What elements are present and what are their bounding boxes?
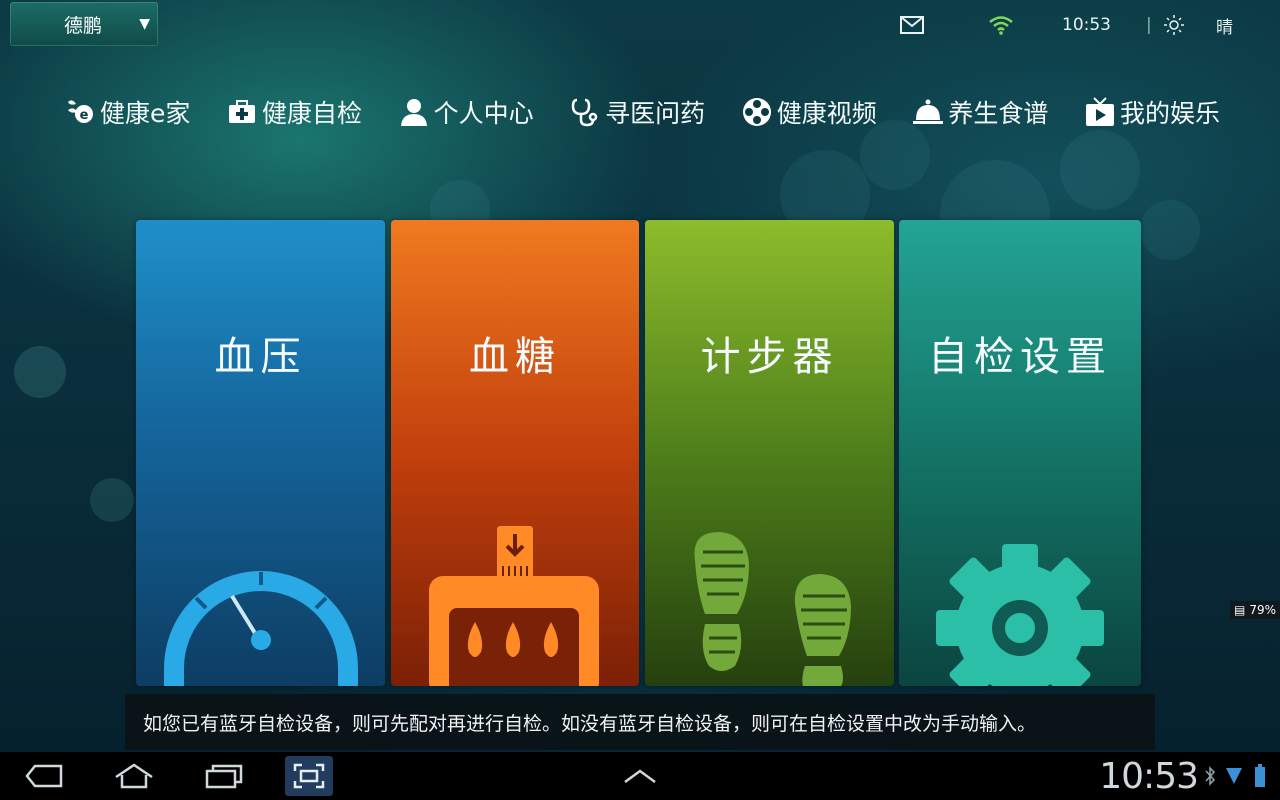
hint-text: 如您已有蓝牙自检设备，则可先配对再进行自检。如没有蓝牙自检设备，则可在自检设置中… (143, 712, 1037, 735)
nav-item-entertainment[interactable]: 我的娱乐 (1084, 92, 1220, 132)
svg-text:e: e (80, 108, 89, 123)
tv-play-icon (1085, 97, 1114, 126)
system-bar: 10:53 (0, 752, 1280, 800)
nav-label: 健康视频 (776, 99, 877, 128)
footprints-icon (694, 532, 851, 686)
divider: | (1146, 15, 1152, 35)
home-icon[interactable] (110, 756, 158, 796)
nav-item-personal-center[interactable]: 个人中心 (398, 92, 534, 132)
nav-label: 健康e家 (100, 99, 191, 128)
food-cloche-icon (913, 99, 944, 124)
wifi-icon (988, 0, 1014, 50)
nav-item-self-check[interactable]: 健康自检 (226, 92, 362, 132)
header-time: 10:53 (1062, 15, 1111, 35)
back-icon[interactable] (20, 756, 68, 796)
nav-item-health-home[interactable]: e 健康e家 (64, 92, 190, 132)
medkit-icon (228, 100, 255, 123)
card-blood-sugar[interactable]: 血糖 (391, 220, 639, 686)
card-pedometer[interactable]: 计步器 (645, 220, 894, 686)
gauge-icon (164, 571, 358, 686)
glucose-meter-icon (429, 526, 599, 686)
sun-icon (1164, 0, 1184, 50)
person-icon (400, 99, 427, 126)
gear-icon (936, 544, 1104, 686)
nav-label: 个人中心 (433, 99, 534, 128)
nav-label: 寻医问药 (605, 99, 706, 128)
bluetooth-icon (1204, 766, 1216, 790)
main-nav: e 健康e家 健康自检 个人中心 寻医问药 健康视频 养生食谱 我的娱乐 (64, 92, 1220, 132)
nav-item-health-video[interactable]: 健康视频 (741, 92, 877, 132)
user-select-dropdown[interactable]: 德鹏 ▼ (10, 2, 158, 46)
caret-down-icon: ▼ (139, 16, 150, 32)
nav-item-find-doctor[interactable]: 寻医问药 (569, 92, 705, 132)
film-reel-icon (742, 98, 771, 126)
battery-icon: ▤ (1233, 603, 1246, 617)
battery-icon (1254, 764, 1266, 792)
health-home-icon: e (68, 100, 93, 123)
nav-item-recipes[interactable]: 养生食谱 (912, 92, 1048, 132)
chevron-up-icon[interactable] (616, 756, 664, 796)
signal-icon (1224, 766, 1244, 790)
card-blood-pressure[interactable]: 血压 (136, 220, 385, 686)
battery-percent: 79% (1249, 603, 1276, 617)
battery-badge: ▤ 79% (1229, 601, 1280, 619)
mail-icon[interactable] (900, 0, 924, 50)
nav-label: 我的娱乐 (1119, 99, 1220, 128)
hint-bar: 如您已有蓝牙自检设备，则可先配对再进行自检。如没有蓝牙自检设备，则可在自检设置中… (125, 694, 1155, 750)
weather-text: 晴 (1216, 17, 1233, 38)
nav-label: 养生食谱 (948, 99, 1049, 128)
stethoscope-icon (571, 98, 598, 127)
nav-label: 健康自检 (261, 99, 362, 128)
user-name: 德鹏 (64, 14, 103, 37)
system-clock: 10:53 (1099, 756, 1199, 797)
screenshot-icon[interactable] (285, 756, 333, 796)
card-self-check-settings[interactable]: 自检设置 (899, 220, 1141, 686)
recent-apps-icon[interactable] (200, 756, 248, 796)
